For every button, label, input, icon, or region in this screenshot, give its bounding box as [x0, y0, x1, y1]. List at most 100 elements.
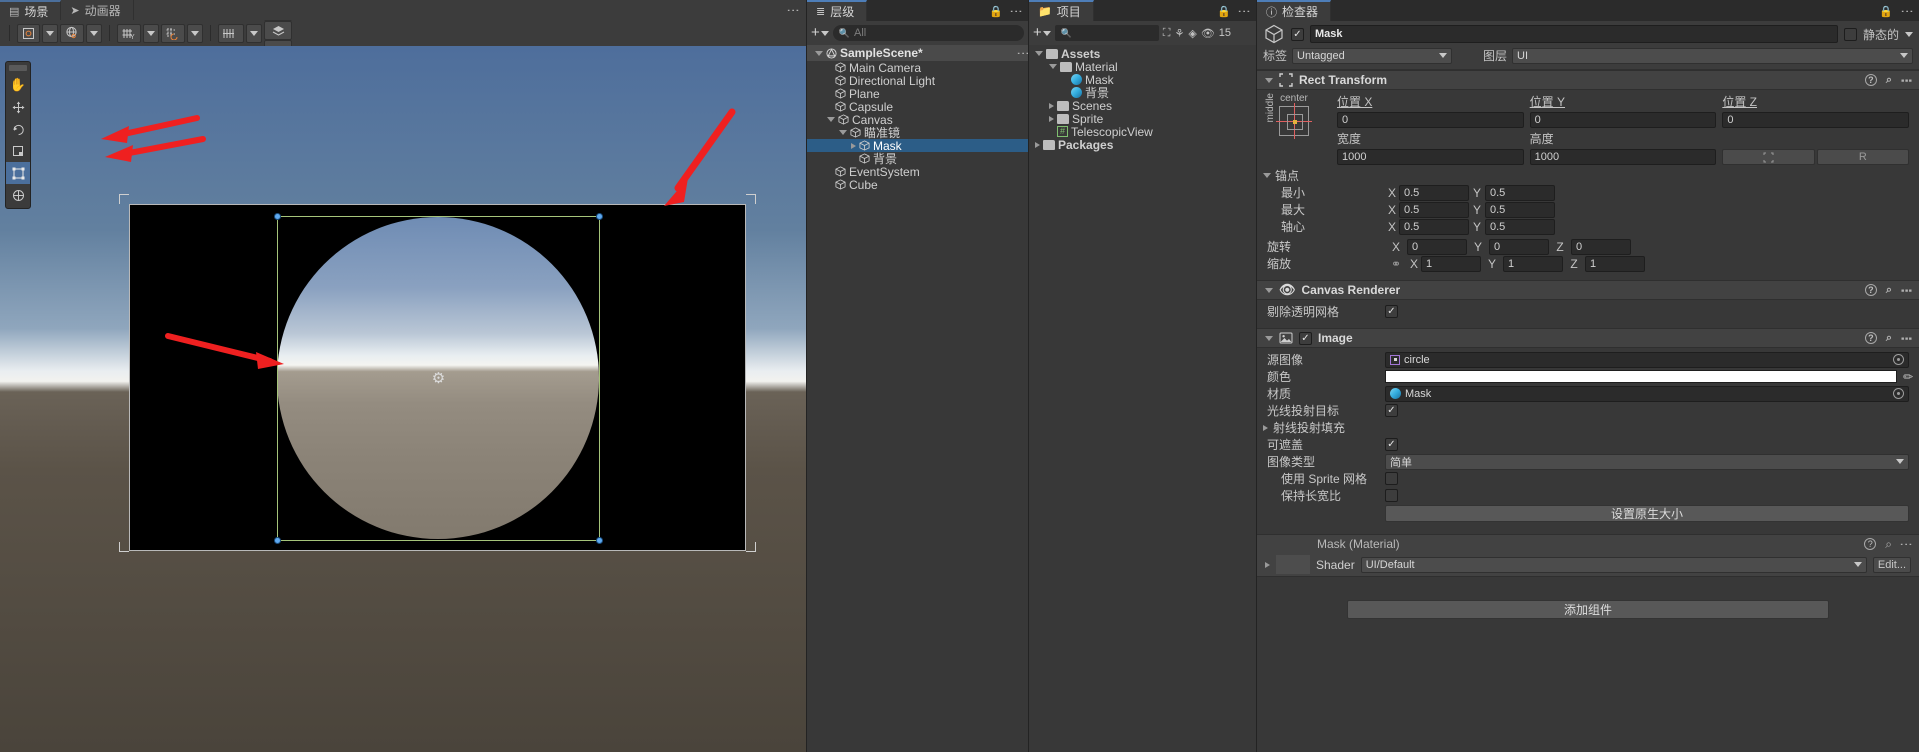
rotation-y-input[interactable]: 0	[1489, 238, 1549, 255]
canvas-black-rect[interactable]: ⚙	[129, 204, 746, 551]
help-icon[interactable]: ?	[1864, 538, 1877, 550]
hierarchy-item-canvas[interactable]: Canvas	[807, 113, 1028, 127]
gizmo-dropdown[interactable]	[86, 23, 102, 43]
chevron-down-icon[interactable]	[1265, 287, 1273, 293]
image-enabled-checkbox[interactable]: ✓	[1299, 331, 1312, 345]
hierarchy-scene-row[interactable]: SampleScene* ⋮	[807, 45, 1028, 61]
scene-viewport[interactable]: ✋ ⚙	[0, 46, 806, 752]
component-header-canvas-renderer[interactable]: 👁 Canvas Renderer ? ⌕ ⋮	[1257, 280, 1919, 300]
scale-z-input[interactable]: 1	[1585, 255, 1645, 272]
hierarchy-search-input[interactable]: 🔍 All	[832, 25, 1024, 41]
preset-icon[interactable]: ⌕	[1885, 537, 1892, 552]
gameobject-enabled-checkbox[interactable]: ✓	[1291, 27, 1304, 41]
shading-mode-button[interactable]	[17, 23, 40, 43]
handle-bottom-right[interactable]	[596, 537, 603, 544]
project-item-packages[interactable]: Packages	[1029, 138, 1256, 152]
hierarchy-item-mask[interactable]: Mask	[807, 139, 1028, 153]
blueprint-mode-button[interactable]	[1722, 149, 1815, 165]
shader-edit-button[interactable]: Edit...	[1872, 556, 1911, 573]
anchors-foldout[interactable]: 锚点	[1257, 167, 1919, 184]
project-item-assets[interactable]: Assets	[1029, 47, 1256, 61]
height-input[interactable]: 1000	[1529, 149, 1717, 165]
component-header-image[interactable]: ✓ Image ? ⌕ ⋮	[1257, 328, 1919, 348]
preserve-aspect-checkbox[interactable]: ✓	[1385, 489, 1398, 502]
pos-y-input[interactable]: 0	[1529, 112, 1717, 128]
search-expand-icon[interactable]: ⛶	[1163, 27, 1171, 40]
maskable-checkbox[interactable]: ✓	[1385, 438, 1398, 451]
chevron-down-icon[interactable]	[1265, 77, 1273, 83]
tag-dropdown[interactable]: Untagged	[1292, 47, 1453, 64]
object-picker-icon[interactable]	[1893, 354, 1904, 365]
source-image-field[interactable]: circle	[1385, 351, 1909, 368]
chevron-right-icon[interactable]	[851, 142, 856, 149]
chevron-right-icon[interactable]	[1265, 561, 1270, 568]
more-options-icon[interactable]: ⋮	[1899, 284, 1914, 297]
chevron-down-icon[interactable]	[839, 130, 847, 135]
add-component-button[interactable]: 添加组件	[1347, 600, 1829, 619]
shader-dropdown[interactable]: UI/Default	[1360, 556, 1867, 573]
scale-y-input[interactable]: 1	[1503, 255, 1563, 272]
raycast-padding-foldout[interactable]: 射线投射填充	[1257, 419, 1919, 436]
component-tools-dropdown[interactable]	[246, 23, 262, 43]
project-search-input[interactable]: 🔍	[1054, 25, 1159, 41]
use-sprite-mesh-checkbox[interactable]: ✓	[1385, 472, 1398, 485]
anchor-max-x-input[interactable]: 0.5	[1399, 201, 1469, 218]
hierarchy-item-eventsystem[interactable]: EventSystem	[807, 165, 1028, 179]
anchor-min-y-input[interactable]: 0.5	[1485, 184, 1555, 201]
raycast-target-checkbox[interactable]: ✓	[1385, 404, 1398, 417]
rotation-z-input[interactable]: 0	[1571, 238, 1631, 255]
rect-tool[interactable]	[6, 162, 30, 184]
static-checkbox[interactable]: ✓	[1843, 27, 1857, 41]
hierarchy-item--[interactable]: 瞄准镜	[807, 126, 1028, 140]
inspector-menu-icon[interactable]: ⋮	[1900, 5, 1915, 18]
grid-visibility-button[interactable]	[161, 23, 185, 43]
scene-tool-palette[interactable]: ✋	[5, 61, 31, 209]
chevron-down-icon[interactable]	[827, 117, 835, 122]
palette-grip[interactable]	[9, 65, 27, 71]
chevron-right-icon[interactable]	[1049, 102, 1054, 109]
chevron-down-icon[interactable]	[1035, 51, 1043, 56]
shading-mode-dropdown[interactable]	[42, 23, 58, 43]
hierarchy-tree[interactable]: SampleScene* ⋮ Main Camera Directional Li…	[807, 45, 1028, 752]
inspector-lock-icon[interactable]: 🔒	[1879, 5, 1893, 18]
tab-project[interactable]: 📁 项目	[1029, 0, 1094, 21]
gameobject-name-input[interactable]: Mask	[1310, 25, 1838, 43]
grid-snap-dropdown[interactable]	[143, 23, 159, 43]
layer-dropdown[interactable]: UI	[1512, 47, 1913, 64]
favorites-icon[interactable]: ⚘	[1174, 27, 1184, 40]
width-input[interactable]: 1000	[1337, 149, 1524, 165]
visibility-count-icon[interactable]: 👁	[1201, 27, 1215, 40]
hierarchy-item--[interactable]: 背景	[807, 152, 1028, 166]
constrain-proportions-icon[interactable]: ⚭	[1385, 257, 1407, 271]
preset-icon[interactable]: ⌕	[1886, 284, 1892, 297]
chevron-right-icon[interactable]	[1035, 141, 1040, 148]
more-options-icon[interactable]: ⋮	[1899, 538, 1914, 551]
project-item-mask[interactable]: Mask	[1029, 73, 1256, 87]
pivot-x-input[interactable]: 0.5	[1399, 218, 1469, 235]
component-tools-button[interactable]	[218, 23, 244, 43]
color-swatch[interactable]	[1385, 370, 1897, 383]
transform-tool[interactable]	[6, 184, 30, 206]
project-menu-icon[interactable]: ⋮	[1237, 5, 1252, 18]
hierarchy-item-plane[interactable]: Plane	[807, 87, 1028, 101]
project-item-scenes[interactable]: Scenes	[1029, 99, 1256, 113]
tab-hierarchy[interactable]: ≣ 层级	[807, 0, 868, 21]
anchor-min-x-input[interactable]: 0.5	[1399, 184, 1469, 201]
label-icon[interactable]: ◈	[1188, 27, 1196, 40]
static-dropdown-chevron-down-icon[interactable]	[1905, 31, 1913, 37]
help-icon[interactable]: ?	[1864, 284, 1877, 296]
tab-inspector[interactable]: ⓘ 检查器	[1257, 0, 1332, 21]
hierarchy-item-directional-light[interactable]: Directional Light	[807, 74, 1028, 88]
pivot-y-input[interactable]: 0.5	[1485, 218, 1555, 235]
component-header-rect-transform[interactable]: Rect Transform ? ⌕ ⋮	[1257, 70, 1919, 90]
chevron-down-icon[interactable]	[1049, 64, 1057, 69]
hand-tool[interactable]: ✋	[6, 74, 30, 96]
rect-transform-selection-box[interactable]: ⚙	[274, 213, 603, 544]
handle-top-left[interactable]	[274, 213, 281, 220]
gizmo-globe-button[interactable]	[60, 23, 84, 43]
help-icon[interactable]: ?	[1864, 332, 1877, 344]
scene-overflow-menu[interactable]: ⋮	[786, 4, 806, 20]
object-picker-icon[interactable]	[1893, 388, 1904, 399]
hierarchy-item-main-camera[interactable]: Main Camera	[807, 61, 1028, 75]
hierarchy-add-button[interactable]: +	[811, 25, 829, 40]
